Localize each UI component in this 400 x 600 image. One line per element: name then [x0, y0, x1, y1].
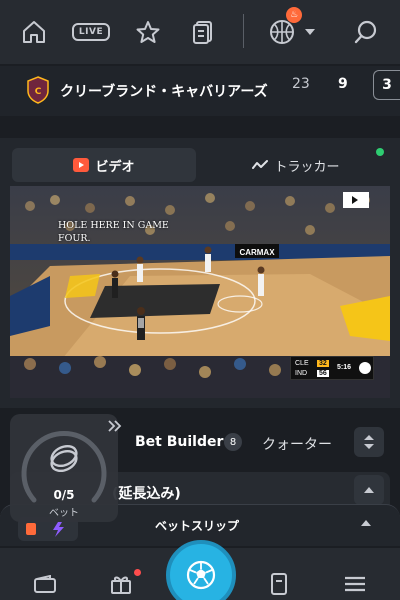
gift-notification-dot — [134, 569, 141, 576]
team-name: クリーブランド・キャバリアーズ — [60, 84, 268, 100]
svg-text:C: C — [35, 87, 42, 97]
search-icon[interactable] — [348, 14, 384, 50]
tab-bet-builder[interactable]: Bet Builder — [135, 434, 223, 450]
video-play-icon — [73, 158, 90, 172]
video-caption: HOLE HERE IN GAME FOUR. — [58, 220, 169, 244]
bet-label: ベット — [49, 508, 79, 519]
menu-icon[interactable] — [340, 570, 370, 598]
tab-video[interactable]: ビデオ — [12, 148, 196, 182]
chevron-up-icon[interactable] — [360, 519, 372, 527]
scorebug-team-a: CLE — [295, 360, 309, 367]
scorebug-team-b: IND — [295, 370, 308, 377]
bet-counter-widget[interactable]: 0/5 ベット — [10, 414, 122, 522]
tracker-live-indicator — [376, 148, 384, 156]
tab-quarter[interactable]: クォーター — [262, 434, 342, 454]
receipt-icon[interactable] — [264, 570, 294, 598]
svg-text:CARMAX: CARMAX — [239, 248, 275, 257]
live-button[interactable]: LIVE — [70, 14, 112, 50]
team-score-row[interactable]: C クリーブランド・キャバリアーズ 23 9 3 — [0, 66, 400, 116]
video-scorebug: CLE 32 IND 56 5:16 — [290, 356, 374, 380]
market-title: (延長込み) — [112, 486, 181, 502]
top-navigation: LIVE ♨ — [0, 0, 400, 64]
score-cell: 9 — [338, 76, 348, 92]
network-logo-icon — [359, 362, 371, 374]
scorebug-score-a: 32 — [317, 360, 329, 367]
expand-double-chevron-icon[interactable] — [108, 420, 122, 432]
bet-count: 0/5 — [53, 488, 75, 502]
tab-tracker[interactable]: トラッカー — [202, 148, 390, 182]
betslip-history-icon[interactable] — [185, 14, 221, 50]
favorites-icon[interactable] — [130, 14, 166, 50]
sort-toggle-button[interactable] — [354, 427, 384, 457]
nav-divider — [243, 14, 244, 48]
tracker-icon — [252, 159, 269, 171]
wallet-icon[interactable] — [30, 570, 60, 598]
scorebug-clock: 5:16 — [337, 364, 352, 371]
team-logo-icon: C — [26, 76, 50, 104]
sort-arrows-icon — [364, 435, 374, 449]
video-player[interactable]: CARMAX HOLE HERE IN GAME FOUR. CLE 32 IN… — [10, 186, 390, 398]
score-cell: 23 — [292, 76, 310, 92]
tab-tracker-label: トラッカー — [274, 159, 340, 175]
live-badge: LIVE — [71, 23, 111, 41]
chip-icon — [48, 444, 80, 474]
scorebug-score-b: 56 — [317, 370, 329, 377]
tab-video-label: ビデオ — [95, 159, 135, 175]
chevron-down-icon[interactable] — [300, 14, 320, 50]
betslip-title: ベットスリップ — [155, 519, 240, 533]
bet-builder-count-badge: 8 — [224, 433, 242, 451]
chevron-up-icon — [364, 487, 374, 493]
soccer-ball-icon — [186, 560, 216, 590]
gift-icon[interactable] — [106, 570, 136, 598]
media-tabs: ビデオ トラッカー — [12, 148, 390, 182]
collapse-button[interactable] — [354, 475, 384, 505]
home-icon[interactable] — [16, 14, 52, 50]
score-cell-highlighted: 3 — [373, 70, 400, 100]
